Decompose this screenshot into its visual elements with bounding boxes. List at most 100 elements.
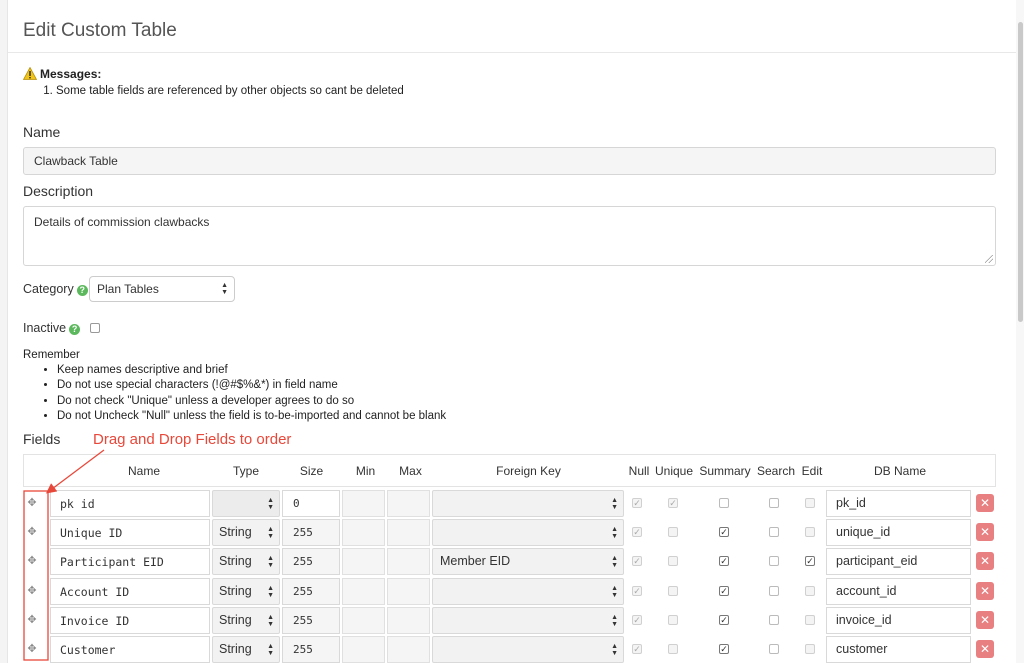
drag-handle-icon[interactable]: ✥ [26,585,38,597]
field-min-input[interactable] [342,548,385,576]
drag-handle-icon[interactable]: ✥ [26,643,38,655]
fields-table: Name Type Size Min Max Foreign Key Null … [23,454,996,663]
description-textarea[interactable]: Details of commission clawbacks [23,206,996,266]
scrollbar-thumb[interactable] [1018,22,1023,322]
field-max-input[interactable] [387,636,430,663]
field-size-input[interactable]: 255 [282,606,340,634]
select-arrows-icon: ▲ ▼ [267,497,274,511]
field-type-select[interactable]: String ▲ ▼ [212,519,280,547]
remember-list: Keep names descriptive and brief Do not … [23,363,446,424]
search-checkbox[interactable] [769,644,779,654]
field-name-input[interactable]: Account ID [50,577,210,605]
field-type-select[interactable]: String ▲ ▼ [212,606,280,634]
remember-item: Do not check "Unique" unless a developer… [57,394,446,409]
field-name-input[interactable]: Unique ID [50,519,210,547]
field-min-input[interactable] [342,606,385,634]
field-size-value: 255 [293,643,313,656]
inactive-help-icon[interactable]: ? [69,324,81,335]
field-size-input[interactable]: 255 [282,519,340,547]
summary-checkbox[interactable]: ✓ [719,614,729,625]
inactive-label: Inactive [23,321,67,335]
summary-checkbox[interactable] [719,498,729,508]
field-type-select[interactable]: ▲ ▼ [212,490,280,517]
col-unique: Unique [654,464,694,478]
inactive-checkbox[interactable] [89,323,100,333]
field-foreign-key-select[interactable]: ▲ ▼ [432,606,624,634]
field-size-input[interactable]: 255 [282,636,340,663]
field-max-input[interactable] [387,519,430,547]
summary-checkbox[interactable]: ✓ [719,527,729,538]
drag-handle-icon[interactable]: ✥ [26,526,38,538]
search-checkbox[interactable] [769,585,779,596]
delete-field-button[interactable]: ✕ [976,610,994,629]
search-checkbox[interactable] [769,614,779,625]
field-max-input[interactable] [387,577,430,605]
field-foreign-key-select[interactable]: ▲ ▼ [432,490,624,517]
db-name-input[interactable]: unique_id [826,519,971,547]
field-name-input[interactable]: Customer [50,636,210,663]
delete-field-button[interactable]: ✕ [976,640,994,658]
table-row: ✥ Unique ID String ▲ ▼ 255 ▲ ▼ ✓ ✓ unique_id ✕ [23,517,996,547]
field-max-input[interactable] [387,606,430,634]
col-foreign-key: Foreign Key [496,464,561,478]
db-name-input[interactable]: pk_id [826,490,971,517]
select-arrows-icon: ▲ ▼ [267,643,274,657]
table-row: ✥ pk id ▲ ▼ 0 ▲ ▼ ✓ ✓ pk_id ✕ [23,488,996,517]
edit-checkbox[interactable]: ✓ [805,556,815,567]
page-scrollbar[interactable] [1016,0,1024,663]
db-name-input[interactable]: participant_eid [826,548,971,576]
db-name-input[interactable]: account_id [826,577,971,605]
select-arrows-icon: ▲ ▼ [611,584,618,599]
db-name-input[interactable]: customer [826,636,971,663]
field-type-select[interactable]: String ▲ ▼ [212,577,280,605]
null-checkbox: ✓ [632,644,642,654]
drag-handle-icon[interactable]: ✥ [26,614,38,626]
search-checkbox[interactable] [769,498,779,508]
category-select[interactable]: Plan Tables ▲ ▼ [89,276,235,302]
field-size-value: 255 [293,613,313,627]
field-name-input[interactable]: pk id [50,490,210,517]
summary-checkbox[interactable]: ✓ [719,585,729,596]
field-foreign-key-select[interactable]: ▲ ▼ [432,636,624,663]
field-foreign-key-select[interactable]: ▲ ▼ [432,519,624,547]
delete-field-button[interactable]: ✕ [976,552,994,571]
field-max-input[interactable] [387,548,430,576]
field-min-input[interactable] [342,577,385,605]
drag-handle-icon[interactable]: ✥ [26,555,38,567]
field-size-input[interactable]: 255 [282,548,340,576]
name-input[interactable]: Clawback Table [23,147,996,175]
field-type-select[interactable]: String ▲ ▼ [212,548,280,576]
field-size-input[interactable]: 255 [282,577,340,605]
null-checkbox: ✓ [632,556,642,567]
field-name-value: Customer [60,643,116,657]
drag-handle-icon[interactable]: ✥ [26,497,38,509]
select-arrows-icon: ▲ ▼ [267,526,274,541]
field-min-input[interactable] [342,490,385,517]
field-size-input[interactable]: 0 [282,490,340,517]
select-arrows-icon: ▲ ▼ [611,555,618,570]
delete-field-button[interactable]: ✕ [976,494,994,512]
summary-checkbox[interactable]: ✓ [719,556,729,567]
summary-checkbox[interactable]: ✓ [719,644,729,654]
category-help-icon[interactable]: ? [76,285,88,296]
delete-field-button[interactable]: ✕ [976,523,994,542]
resize-handle[interactable] [985,255,993,263]
field-name-value: Participant EID [60,555,164,570]
field-foreign-key-select[interactable]: ▲ ▼ [432,577,624,605]
field-name-input[interactable]: Participant EID [50,548,210,576]
db-name-input[interactable]: invoice_id [826,606,971,634]
field-max-input[interactable] [387,490,430,517]
field-min-input[interactable] [342,519,385,547]
null-checkbox: ✓ [632,498,642,508]
field-foreign-key-select[interactable]: Member EID ▲ ▼ [432,548,624,576]
field-name-input[interactable]: Invoice ID [50,606,210,634]
delete-field-button[interactable]: ✕ [976,581,994,600]
unique-checkbox: ✓ [668,498,678,508]
field-min-input[interactable] [342,636,385,663]
col-edit: Edit [801,464,823,478]
search-checkbox[interactable] [769,556,779,567]
field-type-select[interactable]: String ▲ ▼ [212,636,280,663]
messages-list: Some table fields are referenced by othe… [23,85,404,97]
search-checkbox[interactable] [769,527,779,538]
title-divider [8,52,1016,53]
